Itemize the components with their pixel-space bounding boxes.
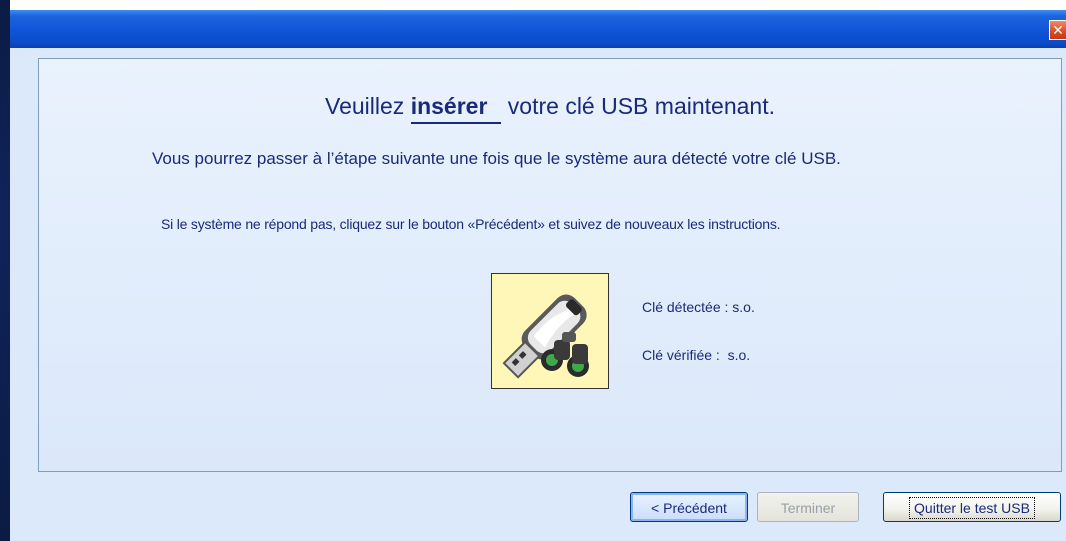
previous-button[interactable]: < Précédent bbox=[630, 492, 748, 522]
key-detected-status: Clé détectée : s.o. bbox=[642, 299, 755, 315]
usb-test-dialog: ✕ Veuillez insérer votre clé USB mainten… bbox=[10, 10, 1066, 541]
close-button[interactable]: ✕ bbox=[1049, 20, 1066, 40]
usb-key-binoculars-icon bbox=[491, 273, 609, 389]
heading-suffix: votre clé USB maintenant. bbox=[501, 93, 775, 119]
finish-button[interactable]: Terminer bbox=[757, 492, 859, 522]
title-bar: ✕ bbox=[10, 10, 1066, 48]
close-icon: ✕ bbox=[1052, 22, 1064, 38]
heading-prefix: Veuillez bbox=[325, 93, 411, 119]
instruction-text: Vous pourrez passer à l’étape suivante u… bbox=[152, 149, 841, 168]
quit-usb-test-button[interactable]: Quitter le test USB bbox=[883, 492, 1061, 522]
help-note: Si le système ne répond pas, cliquez sur… bbox=[161, 216, 781, 232]
quit-usb-test-label: Quitter le test USB bbox=[909, 497, 1035, 519]
content-panel: Veuillez insérer votre clé USB maintenan… bbox=[38, 58, 1062, 472]
desktop-background bbox=[0, 0, 10, 541]
page-title: Veuillez insérer votre clé USB maintenan… bbox=[39, 93, 1061, 124]
heading-emphasis: insérer bbox=[410, 93, 502, 124]
key-verified-status: Clé vérifiée : s.o. bbox=[642, 347, 751, 363]
